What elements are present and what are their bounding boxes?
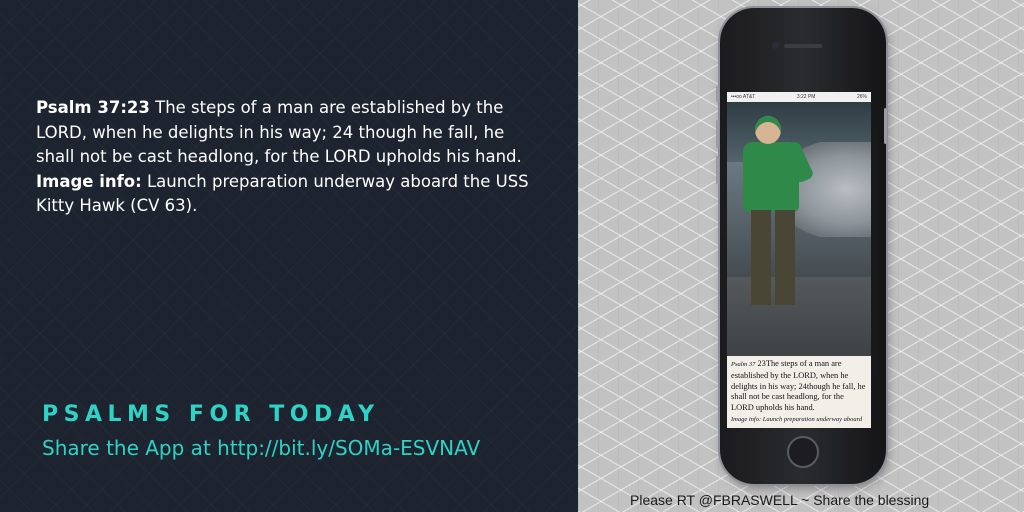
screen-photo bbox=[727, 102, 871, 356]
speaker-grille bbox=[784, 44, 822, 48]
image-info-label: Image info: bbox=[36, 171, 142, 191]
volume-down-button bbox=[716, 156, 719, 184]
home-button[interactable] bbox=[787, 436, 819, 468]
screen-verse-ref: Psalm 37 bbox=[731, 361, 756, 368]
crewman-legs bbox=[751, 210, 795, 305]
left-panel: Psalm 37:23 The steps of a man are estab… bbox=[0, 0, 578, 512]
volume-up-button bbox=[716, 120, 719, 148]
verse-reference: Psalm 37:23 bbox=[36, 98, 150, 117]
retweet-caption: Please RT @FBRASWELL ~ Share the blessin… bbox=[630, 492, 930, 508]
screen-verse-text: Psalm 37 23The steps of a man are establ… bbox=[727, 356, 871, 428]
phone-mockup: •••oo AT&T 3:22 PM 26% Psalm 37 23The st… bbox=[716, 8, 887, 484]
power-button bbox=[884, 108, 887, 144]
right-panel: •••oo AT&T 3:22 PM 26% Psalm 37 23The st… bbox=[578, 0, 1024, 512]
brand-title: PSALMS FOR TODAY bbox=[42, 402, 380, 427]
carrier-signal: •••oo AT&T bbox=[731, 94, 756, 100]
verse-block: Psalm 37:23 The steps of a man are estab… bbox=[36, 96, 536, 219]
share-app-link[interactable]: Share the App at http://bit.ly/SOMa-ESVN… bbox=[42, 436, 480, 460]
front-camera-icon bbox=[772, 42, 779, 49]
battery-level: 26% bbox=[856, 94, 867, 100]
screen-image-info: Image info: Launch preparation underway … bbox=[731, 415, 863, 428]
carrier-deck bbox=[727, 277, 871, 356]
crewman-head bbox=[755, 116, 781, 144]
status-bar: •••oo AT&T 3:22 PM 26% bbox=[727, 92, 871, 102]
status-time: 3:22 PM bbox=[796, 94, 816, 100]
silent-switch bbox=[716, 86, 719, 102]
phone-screen: •••oo AT&T 3:22 PM 26% Psalm 37 23The st… bbox=[727, 92, 871, 428]
